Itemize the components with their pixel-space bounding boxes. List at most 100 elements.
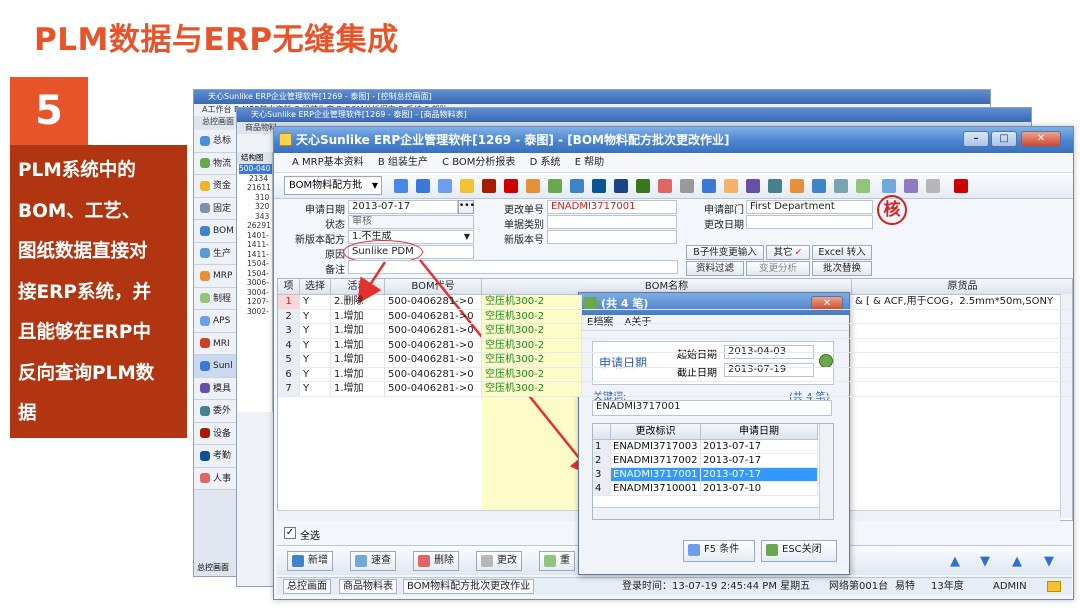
grid-header[interactable]: 活动 — [331, 279, 385, 295]
grid-cell-orig[interactable] — [852, 310, 1072, 324]
dialog-cell-id[interactable]: ENADMI3710001 — [611, 482, 701, 496]
note-field[interactable] — [348, 260, 678, 274]
grid-cell-act[interactable]: 1.增加 — [331, 338, 385, 353]
side-item[interactable]: 制程 — [194, 287, 236, 310]
apply-date-field[interactable]: 2013-07-17 — [348, 200, 458, 214]
tool-icon[interactable] — [702, 179, 716, 193]
grid-cell-orig[interactable] — [852, 339, 1072, 353]
tree-node[interactable]: 3002- — [239, 307, 272, 317]
dialog-cell-n[interactable]: 4 — [593, 482, 611, 496]
grid-cell-act[interactable]: 1.增加 — [331, 367, 385, 382]
side-item[interactable]: 考勤 — [194, 445, 236, 468]
grid-cell-blank[interactable] — [582, 382, 852, 397]
close-button[interactable]: ✕ — [1021, 131, 1061, 147]
tree-node[interactable]: 21611 — [239, 183, 272, 193]
grid-cell-name[interactable]: 空压机300-2 — [482, 324, 582, 339]
side-item[interactable]: MRP — [194, 265, 236, 288]
dialog-cell-date[interactable]: 2013-07-10 — [701, 482, 818, 496]
side-item[interactable]: APS — [194, 310, 236, 333]
change-no-field[interactable]: ENADMI3717001 — [547, 200, 677, 214]
tool-icon[interactable] — [416, 179, 430, 193]
side-item[interactable]: 总标 — [194, 130, 236, 153]
dept-field[interactable]: First Department — [746, 200, 873, 214]
grid-cell-act[interactable]: 1.增加 — [331, 324, 385, 339]
dialog-scrollbar[interactable] — [819, 424, 833, 519]
side-item[interactable]: 人事 — [194, 467, 236, 490]
maximize-button[interactable]: □ — [991, 131, 1017, 147]
grid-cell-code[interactable]: 500-0406281->0 — [385, 309, 482, 324]
tree-node[interactable]: 1401- — [239, 231, 272, 241]
back-bottom-tab[interactable]: 总控画面 — [194, 562, 236, 576]
dialog-cell-id[interactable]: ENADMI3717001 — [611, 468, 701, 482]
grid-cell-orig[interactable] — [852, 353, 1072, 368]
add-button[interactable]: 新增 — [287, 551, 333, 571]
grid-header[interactable]: 原货品 — [852, 279, 1072, 295]
tree-node[interactable]: 320 — [239, 202, 272, 212]
tool-icon[interactable] — [504, 179, 518, 193]
tree-node[interactable]: 500-040 — [239, 164, 272, 174]
new-version-no-field[interactable] — [547, 230, 677, 244]
tool-icon[interactable] — [856, 179, 870, 193]
grid-cell-sel[interactable]: Y — [300, 324, 331, 339]
menu-bom-report[interactable]: C BOM分析报表 — [442, 157, 515, 168]
tool-icon[interactable] — [394, 179, 408, 193]
tree-node[interactable]: 1207- — [239, 297, 272, 307]
grid-cell-n[interactable]: 3 — [278, 324, 300, 339]
grid-cell-blank[interactable] — [582, 338, 852, 353]
grid-cell-orig[interactable]: & [ & ACF,用于COG，2.5mm*50m,SONY — [852, 295, 1072, 310]
grid-cell-sel[interactable]: Y — [300, 353, 331, 368]
side-item[interactable]: BOM — [194, 220, 236, 243]
data-filter-button[interactable]: 资料过滤 — [686, 261, 744, 276]
tree-node[interactable]: 3006- — [239, 278, 272, 288]
grid-cell-code[interactable]: 500-0406281->0 — [385, 295, 482, 310]
f5-condition-button[interactable]: F5 条件 — [683, 540, 755, 562]
grid-cell-orig[interactable] — [852, 368, 1072, 382]
grid-cell-blank[interactable] — [582, 324, 852, 339]
more-button[interactable]: 重 — [539, 551, 575, 571]
status-tab[interactable]: 总控画面 — [283, 579, 331, 594]
change-date-field[interactable] — [746, 215, 873, 229]
quick-search-button[interactable]: 速查 — [350, 551, 396, 571]
form-select[interactable]: BOM物料配方批 ▼ — [284, 176, 382, 195]
menu-help[interactable]: E 帮助 — [575, 157, 605, 168]
grid-cell-n[interactable]: 1 — [278, 295, 300, 310]
grid-cell-n[interactable]: 6 — [278, 367, 300, 382]
tool-icon[interactable] — [790, 179, 804, 193]
excel-import-button[interactable]: Excel 转入 — [812, 245, 872, 260]
dialog-cell-n[interactable]: 2 — [593, 454, 611, 468]
tool-icon[interactable] — [614, 179, 628, 193]
grid-cell-n[interactable]: 2 — [278, 309, 300, 324]
side-item[interactable]: 模具 — [194, 377, 236, 400]
tool-icon[interactable] — [548, 179, 562, 193]
side-item[interactable]: 固定 — [194, 197, 236, 220]
doc-type-field[interactable] — [547, 215, 677, 229]
tool-icon[interactable] — [570, 179, 584, 193]
grid-cell-orig[interactable] — [852, 382, 1072, 397]
grid-cell-act[interactable]: 1.增加 — [331, 353, 385, 368]
grid-cell-act[interactable]: 1.增加 — [331, 309, 385, 324]
grid-header[interactable]: 项 — [278, 279, 300, 295]
grid-cell-name[interactable]: 空压机300-2 — [482, 295, 582, 310]
grid-cell-n[interactable]: 5 — [278, 353, 300, 368]
grid-cell-name[interactable]: 空压机300-2 — [482, 382, 582, 397]
mail-icon[interactable] — [1047, 581, 1061, 592]
tool-icon[interactable] — [724, 179, 738, 193]
tool-icon[interactable] — [460, 179, 474, 193]
dialog-cell-id[interactable]: ENADMI3717003 — [611, 440, 701, 454]
esc-close-button[interactable]: ESC关闭 — [761, 540, 837, 562]
tree-node[interactable]: 343 — [239, 212, 272, 222]
menu-assembly[interactable]: B 组装生产 — [378, 157, 428, 168]
dialog-cell-date[interactable]: 2013-07-17 — [701, 468, 818, 482]
tool-icon[interactable] — [526, 179, 540, 193]
grid-cell-sel[interactable]: Y — [300, 295, 331, 310]
other-button[interactable]: 其它 ✓ — [766, 245, 810, 260]
back-tab[interactable]: 总控画面 — [202, 117, 234, 126]
tree-node[interactable]: 1504- — [239, 259, 272, 269]
select-all-checkbox[interactable]: ✓ — [284, 527, 296, 539]
minimize-button[interactable]: – — [963, 131, 989, 147]
date-picker-button[interactable]: ••• — [458, 200, 475, 214]
status-tab[interactable]: 商品物料表 — [339, 579, 397, 594]
next-record-icon[interactable]: ▼ — [975, 553, 995, 571]
status-tab[interactable]: BOM物料配方批次更改作业 — [403, 579, 535, 594]
grid-header[interactable]: BOM代号 — [385, 279, 482, 295]
